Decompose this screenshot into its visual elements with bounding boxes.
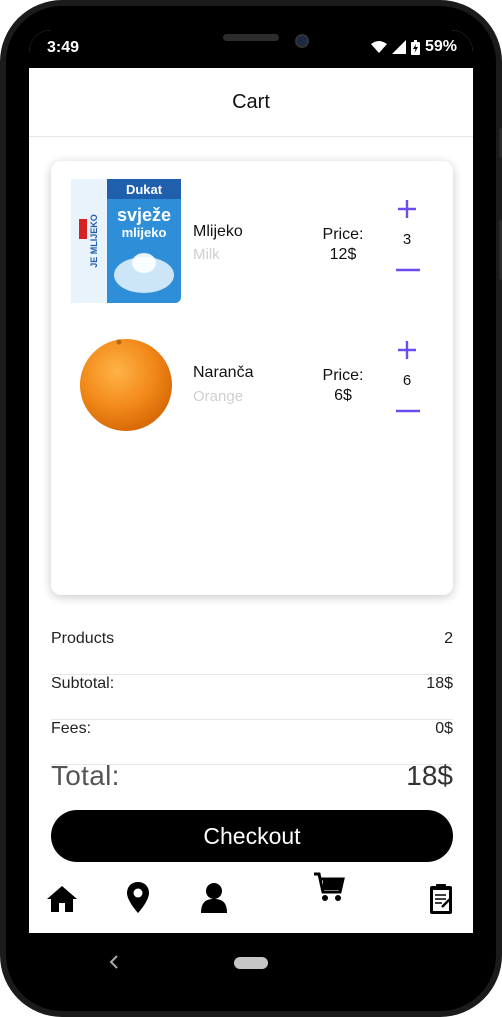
total-value: 18$ [406, 760, 453, 791]
price-label: Price: [322, 226, 364, 243]
item-price: Price: 6$ [313, 366, 373, 406]
home-icon[interactable] [45, 882, 79, 916]
profile-icon[interactable] [197, 880, 231, 914]
cart-item: Dukat svježe mlijeko JE MLIJEKO Mlijeko … [51, 179, 453, 309]
status-bar: 3:49 59% [29, 30, 473, 68]
orange-product-image [80, 339, 172, 431]
price-label: Price: [322, 367, 364, 384]
item-subtitle: Orange [193, 388, 244, 405]
signal-icon [391, 40, 406, 54]
battery-icon [410, 39, 420, 55]
quantity-value: 3 [402, 231, 412, 248]
cart-icon[interactable] [312, 870, 346, 904]
price-value: 6$ [334, 387, 352, 404]
cart-item: Naranča Orange Price: 6$ 6 [51, 326, 453, 456]
increase-quantity-button[interactable] [395, 197, 419, 221]
item-subtitle: Milk [193, 246, 220, 263]
status-indicators: 59% [370, 38, 457, 56]
fees-value: 0$ [435, 720, 453, 737]
subtotal-label: Subtotal: [51, 675, 115, 692]
decrease-quantity-button[interactable] [395, 406, 421, 416]
battery-percent: 59% [424, 38, 457, 55]
wifi-icon [370, 41, 387, 53]
quantity-value: 6 [402, 372, 412, 389]
home-pill[interactable] [234, 957, 268, 969]
item-price: Price: 12$ [313, 225, 373, 265]
products-count-row: Products 2 [51, 630, 453, 675]
checkout-button[interactable]: Checkout [51, 810, 453, 862]
screen: 3:49 59% Cart Dukat svježe mlijeko JE ML [29, 30, 473, 980]
total-label: Total: [51, 760, 120, 791]
price-value: 12$ [329, 246, 357, 263]
decrease-quantity-button[interactable] [395, 265, 421, 275]
milk-package-text: svježe [117, 205, 171, 225]
subtotal-value: 18$ [426, 675, 453, 692]
clipboard-icon[interactable] [425, 882, 459, 916]
cart-items-card: Dukat svježe mlijeko JE MLIJEKO Mlijeko … [51, 161, 453, 595]
item-name: Naranča [193, 364, 254, 381]
fees-label: Fees: [51, 720, 92, 737]
location-icon[interactable] [121, 880, 155, 914]
subtotal-row: Subtotal: 18$ [51, 675, 453, 720]
item-name: Mlijeko [193, 223, 243, 240]
milk-brand-text: Dukat [126, 182, 163, 197]
milk-package-text: JE MLIJEKO [89, 214, 99, 268]
products-value: 2 [444, 630, 453, 647]
milk-package-text: mlijeko [122, 225, 167, 240]
increase-quantity-button[interactable] [395, 338, 419, 362]
status-time: 3:49 [47, 39, 80, 56]
bottom-navigation [29, 870, 473, 930]
system-navigation-bar [29, 933, 473, 980]
back-icon[interactable] [109, 955, 119, 969]
fees-row: Fees: 0$ [51, 720, 453, 765]
products-label: Products [51, 630, 115, 647]
earpiece [223, 34, 279, 41]
front-camera [295, 34, 309, 48]
milk-product-image: Dukat svježe mlijeko JE MLIJEKO [71, 179, 181, 303]
app-bar: Cart [29, 68, 473, 137]
page-title: Cart [232, 90, 270, 113]
